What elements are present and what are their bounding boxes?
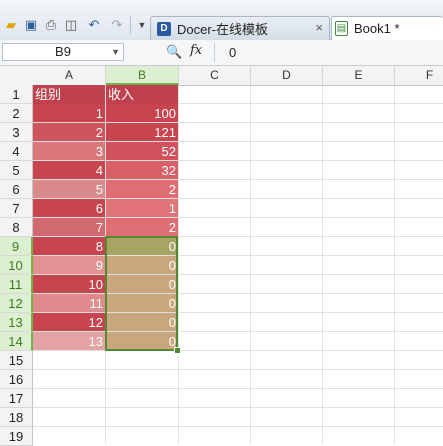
gridline — [33, 388, 443, 389]
column-header-row: A B C D E F — [0, 66, 443, 86]
gridline — [394, 85, 395, 444]
tab-docer-label: Docer-在线模板 — [177, 22, 269, 37]
gridline — [33, 369, 443, 370]
cell-b1-header[interactable]: 收入 — [106, 85, 178, 104]
gridline — [178, 85, 179, 444]
spreadsheet-icon: ▤ — [335, 21, 348, 36]
formula-input[interactable]: 0 — [214, 43, 443, 62]
cell-b11[interactable]: 0 — [106, 275, 178, 293]
column-header-d[interactable]: D — [251, 66, 323, 85]
cell-b6[interactable]: 2 — [106, 180, 178, 198]
row-header-17[interactable]: 17 — [0, 389, 33, 408]
gridline — [33, 407, 443, 408]
row-header-5[interactable]: 5 — [0, 161, 33, 180]
cell-a5[interactable]: 4 — [33, 161, 105, 179]
cell-a4[interactable]: 3 — [33, 142, 105, 160]
customize-toolbar-chevron-down-icon[interactable]: ▼ — [134, 17, 150, 33]
column-header-c[interactable]: C — [179, 66, 251, 85]
cell-b9[interactable]: 0 — [106, 237, 178, 255]
cell-a14[interactable]: 13 — [33, 332, 105, 350]
tab-book1-label: Book1 * — [354, 21, 400, 36]
row-header-14[interactable]: 14 — [0, 332, 33, 351]
row-header-2[interactable]: 2 — [0, 104, 33, 123]
tab-docer[interactable]: D Docer-在线模板 × — [150, 16, 330, 40]
gridline — [33, 350, 443, 351]
title-toolbar: ▰ ▣ ⎙ ◫ ↶ ↷ ▼ D Docer-在线模板 × ▤ Book1 * — [0, 0, 443, 41]
cell-a8[interactable]: 7 — [33, 218, 105, 236]
print-icon[interactable]: ⎙ — [43, 17, 59, 33]
row-header-13[interactable]: 13 — [0, 313, 33, 332]
toolbar-separator — [130, 16, 131, 34]
name-box-value: B9 — [55, 44, 71, 59]
fx-icon[interactable]: fx — [190, 43, 202, 58]
row-header-19[interactable]: 19 — [0, 427, 33, 446]
row-header-1[interactable]: 1 — [0, 85, 33, 104]
close-icon[interactable]: × — [315, 20, 323, 35]
row-header-9[interactable]: 9 — [0, 237, 33, 256]
cell-a11[interactable]: 10 — [33, 275, 105, 293]
cell-a10[interactable]: 9 — [33, 256, 105, 274]
redo-icon[interactable]: ↷ — [109, 17, 125, 33]
tab-book1[interactable]: ▤ Book1 * — [331, 16, 443, 40]
cell-b5[interactable]: 32 — [106, 161, 178, 179]
cell-b10[interactable]: 0 — [106, 256, 178, 274]
cell-a1-header[interactable]: 组别 — [33, 85, 105, 104]
row-header-12[interactable]: 12 — [0, 294, 33, 313]
cell-b14[interactable]: 0 — [106, 332, 178, 350]
cell-b3[interactable]: 121 — [106, 123, 178, 141]
cell-a7[interactable]: 6 — [33, 199, 105, 217]
cell-b7[interactable]: 1 — [106, 199, 178, 217]
row-header-8[interactable]: 8 — [0, 218, 33, 237]
row-header-15[interactable]: 15 — [0, 351, 33, 370]
column-header-b[interactable]: B — [106, 66, 179, 85]
cell-b2[interactable]: 100 — [106, 104, 178, 122]
open-folder-icon[interactable]: ▰ — [3, 17, 19, 33]
row-header-6[interactable]: 6 — [0, 180, 33, 199]
gridline — [322, 85, 323, 444]
docer-icon: D — [157, 21, 171, 36]
row-header-7[interactable]: 7 — [0, 199, 33, 218]
formula-bar: B9 ▼ 🔍 fx 0 — [0, 40, 443, 66]
row-header-18[interactable]: 18 — [0, 408, 33, 427]
cell-b12[interactable]: 0 — [106, 294, 178, 312]
undo-icon[interactable]: ↶ — [86, 17, 102, 33]
cell-a9[interactable]: 8 — [33, 237, 105, 255]
gridline — [33, 426, 443, 427]
cell-a2[interactable]: 1 — [33, 104, 105, 122]
column-header-e[interactable]: E — [323, 66, 395, 85]
column-header-a[interactable]: A — [33, 66, 106, 85]
row-header-4[interactable]: 4 — [0, 142, 33, 161]
row-header-16[interactable]: 16 — [0, 370, 33, 389]
zoom-icon[interactable]: 🔍 — [166, 44, 182, 60]
row-header-11[interactable]: 11 — [0, 275, 33, 294]
fill-handle[interactable] — [174, 347, 181, 354]
cell-a3[interactable]: 2 — [33, 123, 105, 141]
cell-b8[interactable]: 2 — [106, 218, 178, 236]
chevron-down-icon[interactable]: ▼ — [111, 44, 120, 60]
row-header-10[interactable]: 10 — [0, 256, 33, 275]
print-preview-icon[interactable]: ◫ — [63, 17, 79, 33]
cell-a12[interactable]: 11 — [33, 294, 105, 312]
row-header-3[interactable]: 3 — [0, 123, 33, 142]
name-box[interactable]: B9 ▼ — [2, 43, 124, 61]
cell-b13[interactable]: 0 — [106, 313, 178, 331]
cell-grid[interactable]: 组别 收入 1 100 2 121 3 52 4 32 5 2 6 1 7 2 8 0 9 0 10 0 11 0 12 0 13 0 — [33, 85, 443, 444]
gridline — [250, 85, 251, 444]
cell-a13[interactable]: 12 — [33, 313, 105, 331]
column-header-f[interactable]: F — [395, 66, 443, 85]
cell-b4[interactable]: 52 — [106, 142, 178, 160]
save-icon[interactable]: ▣ — [23, 17, 39, 33]
cell-a6[interactable]: 5 — [33, 180, 105, 198]
